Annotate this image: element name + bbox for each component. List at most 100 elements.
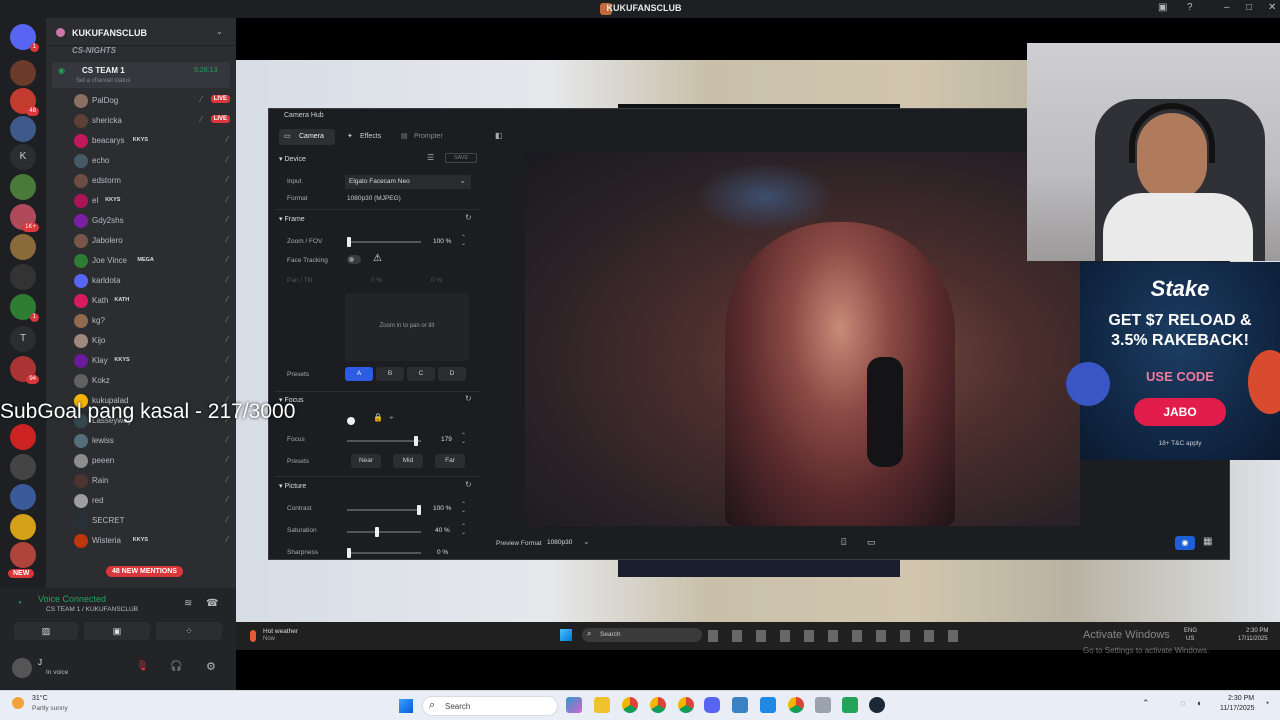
server-icon[interactable]: 1 <box>10 294 39 322</box>
screen-share-button[interactable]: ▣ <box>84 622 150 640</box>
minimize-icon[interactable]: – <box>1224 2 1230 13</box>
chrome-icon[interactable] <box>622 697 638 713</box>
grid-icon[interactable]: ▦ <box>1203 536 1212 547</box>
reset-icon[interactable]: ↻ <box>465 394 472 403</box>
server-header[interactable]: KUKUFANSCLUB ⌄ <box>46 18 236 46</box>
member-row[interactable]: Klay KKYS ⁄ <box>74 352 232 370</box>
member-row[interactable]: Wisteria KKYS ⁄ <box>74 532 232 550</box>
weather-icon[interactable] <box>12 697 24 709</box>
headphones-icon[interactable]: 🎧 <box>170 661 182 672</box>
taskbar-search[interactable]: ⌕ Search <box>422 696 558 716</box>
server-icon[interactable] <box>10 454 36 480</box>
tilt-value[interactable]: 0 % <box>431 277 442 284</box>
server-icon[interactable] <box>10 116 36 142</box>
camera-off-button[interactable]: ▨ <box>14 622 78 640</box>
inbox-icon[interactable]: ▣ <box>1158 2 1167 13</box>
chrome-icon[interactable] <box>678 697 694 713</box>
pan-value[interactable]: 0 % <box>371 277 382 284</box>
focus-far-button[interactable]: Far <box>435 454 465 468</box>
channel-status-prompt[interactable]: Set a channel status <box>76 78 130 84</box>
member-row[interactable]: karldota ⁄ <box>74 272 232 290</box>
server-icon[interactable] <box>10 514 36 540</box>
noise-suppression-icon[interactable]: ≋ <box>184 598 192 609</box>
notification-icon[interactable]: ◔ <box>1264 698 1269 708</box>
steam-icon[interactable] <box>869 697 885 713</box>
focus-slider[interactable] <box>347 440 421 442</box>
tab-camera[interactable]: ▭ Camera <box>279 129 335 145</box>
file-explorer-icon[interactable] <box>594 697 610 713</box>
member-row[interactable]: Jabolero ⁄ <box>74 232 232 250</box>
member-row[interactable]: Kath KATH ⁄ <box>74 292 232 310</box>
member-row[interactable]: Joe Vince MEGA ⁄ <box>74 252 232 270</box>
sharpness-slider[interactable] <box>347 552 421 554</box>
zoom-slider[interactable] <box>347 241 421 243</box>
zoom-slider-knob[interactable] <box>347 237 351 247</box>
server-icon[interactable] <box>10 264 36 290</box>
folder-icon[interactable]: ▭ <box>867 537 876 548</box>
member-row[interactable]: Rain ⁄ <box>74 472 232 490</box>
member-row[interactable]: SECRET ⁄ <box>74 512 232 530</box>
weather-temp[interactable]: 31°C <box>32 695 48 702</box>
member-row[interactable]: echo ⁄ <box>74 152 232 170</box>
face-tracking-toggle[interactable] <box>347 255 361 264</box>
section-device[interactable]: ▾ Device <box>279 155 306 163</box>
taskbar-time[interactable]: 2:30 PM <box>1228 695 1254 702</box>
preview-format-select[interactable]: 1080p30 ⌄ <box>545 537 595 549</box>
server-icon[interactable]: K <box>10 144 36 170</box>
pan-tilt-pad[interactable]: Zoom in to pan or tilt <box>345 293 469 361</box>
member-row[interactable]: beacarys KKYS ⁄ <box>74 132 232 150</box>
server-icon[interactable] <box>10 234 36 260</box>
focus-mid-button[interactable]: Mid <box>393 454 423 468</box>
server-icon[interactable] <box>10 542 36 568</box>
copilot-icon[interactable] <box>566 697 582 713</box>
chrome-icon[interactable] <box>650 697 666 713</box>
voice-channel[interactable]: ◉ CS TEAM 1 5:28:13 Set a channel status <box>52 62 230 88</box>
lock-icon[interactable]: 🔒 <box>373 413 383 422</box>
server-icon[interactable]: 48 <box>10 88 39 116</box>
discord-icon[interactable] <box>704 697 720 713</box>
server-icon[interactable]: 94 <box>10 356 39 384</box>
chrome-icon[interactable] <box>788 697 804 713</box>
stepper-icon[interactable]: ⌃ ⌄ <box>461 235 466 247</box>
snapshot-icon[interactable]: ⌼ <box>841 537 846 548</box>
member-row[interactable]: lewiss ⁄ <box>74 432 232 450</box>
contrast-slider-knob[interactable] <box>417 505 421 515</box>
focus-near-button[interactable]: Near <box>351 454 381 468</box>
home-icon[interactable]: 1 <box>10 24 39 52</box>
member-row[interactable]: kg? ⁄ <box>74 312 232 330</box>
member-row[interactable]: el KKYS ⁄ <box>74 192 232 210</box>
server-icon[interactable] <box>10 174 36 200</box>
member-row[interactable]: Kokz ⁄ <box>74 372 232 390</box>
tab-effects[interactable]: ✦ Effects <box>345 129 391 145</box>
voice-status[interactable]: Voice Connected <box>38 594 106 604</box>
app-icon[interactable] <box>815 697 831 713</box>
sharpness-slider-knob[interactable] <box>347 548 351 558</box>
server-icon[interactable]: T <box>10 326 36 352</box>
autofocus-dot[interactable] <box>347 417 355 425</box>
photos-icon[interactable] <box>760 697 776 713</box>
chevron-down-icon[interactable]: ⌄ <box>216 27 223 36</box>
sharpness-value[interactable]: 0 % <box>437 549 448 556</box>
app-icon[interactable] <box>842 697 858 713</box>
saturation-slider[interactable] <box>347 531 421 533</box>
contrast-slider[interactable] <box>347 509 421 511</box>
section-picture[interactable]: ▾ Picture <box>279 482 306 490</box>
member-row[interactable]: shericka LIVE ⁄ <box>74 112 232 130</box>
mute-icon[interactable]: 🎙 <box>136 661 149 672</box>
settings-icon[interactable]: ☰ <box>427 153 434 162</box>
tab-prompter[interactable]: ▤ Prompter <box>399 129 455 145</box>
server-icon[interactable]: 1K+ <box>10 204 39 232</box>
member-row[interactable]: PalDog LIVE ⁄ <box>74 92 232 110</box>
taskbar-date[interactable]: 11/17/2025 <box>1220 705 1255 712</box>
zoom-value[interactable]: 100 % <box>433 238 451 245</box>
server-icon[interactable] <box>10 484 36 510</box>
server-icon[interactable] <box>10 424 36 450</box>
server-icon[interactable] <box>10 60 36 86</box>
saturation-value[interactable]: 40 % <box>435 527 450 534</box>
new-mentions-pill[interactable]: 48 NEW MENTIONS <box>106 566 183 577</box>
preset-b-button[interactable]: B <box>376 367 404 381</box>
stepper-icon[interactable]: ⌃ ⌄ <box>461 433 466 445</box>
help-icon[interactable]: ? <box>1187 2 1193 13</box>
disconnect-icon[interactable]: ☎ <box>206 598 218 609</box>
system-tray-arrow-icon[interactable]: ⌃ <box>1142 698 1150 709</box>
